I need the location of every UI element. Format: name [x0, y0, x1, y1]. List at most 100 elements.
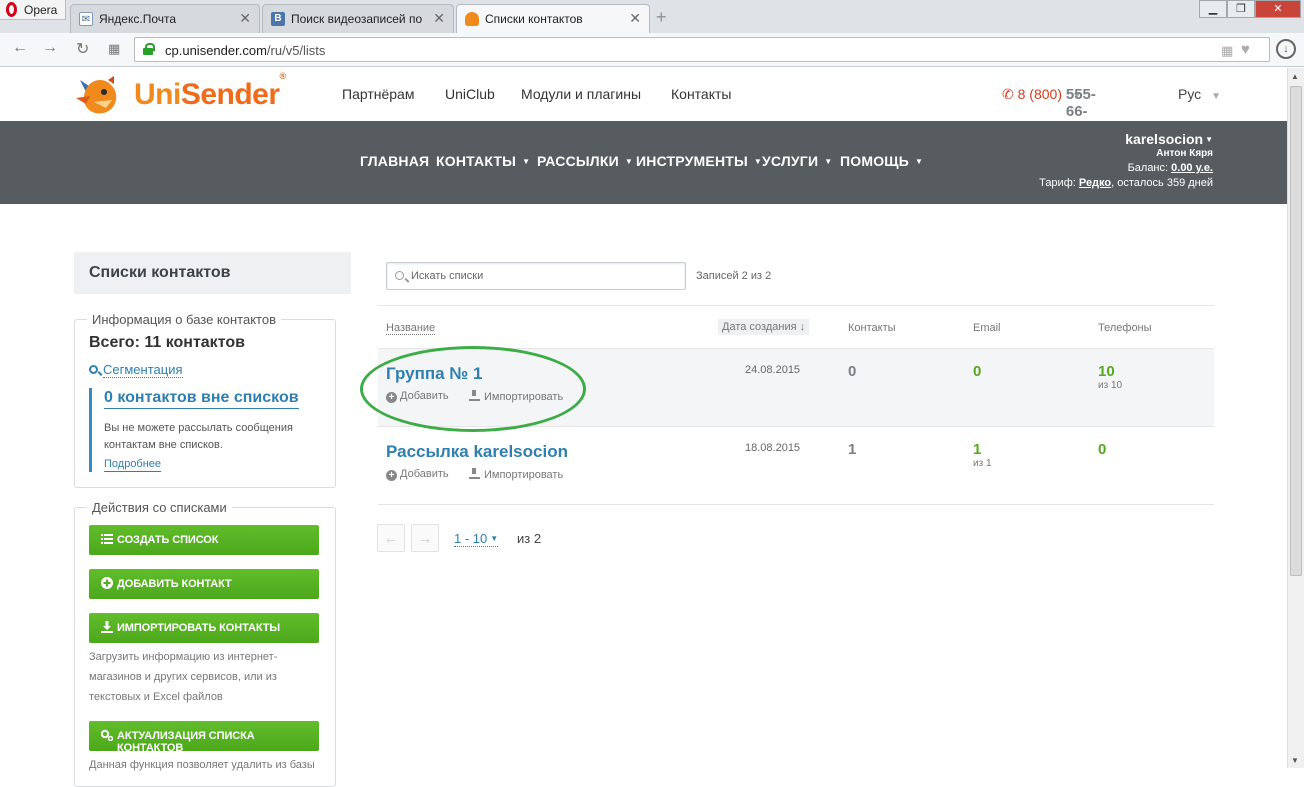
- window-close-icon[interactable]: ✕: [1255, 0, 1301, 18]
- prev-page-button[interactable]: ←: [377, 524, 405, 552]
- browser-tab-contact-lists[interactable]: Списки контактов ✕: [456, 4, 650, 34]
- tab-close-icon[interactable]: ✕: [629, 10, 641, 27]
- scroll-up-icon[interactable]: ▲: [1291, 72, 1299, 81]
- topnav-partners[interactable]: Партнёрам: [342, 86, 414, 102]
- menu-tools[interactable]: ИНСТРУМЕНТЫ ▼: [636, 153, 762, 169]
- browser-tab-yandex-mail[interactable]: ✉ Яндекс.Почта ✕: [70, 4, 260, 33]
- sidebar-title: Списки контактов: [89, 264, 231, 281]
- list-phones-count: 0: [1098, 441, 1107, 458]
- menu-label: КОНТАКТЫ: [436, 153, 517, 169]
- column-header-phones: Телефоны: [1098, 322, 1152, 334]
- import-contacts-button[interactable]: ИМПОРТИРОВАТЬ КОНТАКТЫ: [89, 613, 319, 643]
- page-range-dropdown[interactable]: 1 - 10 ▼: [454, 531, 499, 547]
- records-count: Записей 2 из 2: [696, 270, 772, 282]
- reload-icon[interactable]: ↻: [76, 39, 89, 59]
- list-icon: [101, 534, 113, 544]
- logo-reg: ®: [279, 71, 287, 81]
- unisender-fox-logo-icon[interactable]: [74, 74, 122, 116]
- tab-close-icon[interactable]: ✕: [433, 10, 445, 27]
- arrow-right-icon: →: [418, 530, 432, 546]
- menu-services[interactable]: УСЛУГИ ▼: [762, 153, 832, 169]
- create-list-button[interactable]: СОЗДАТЬ СПИСОК: [89, 525, 319, 555]
- balance-value[interactable]: 0.00 у.е.: [1171, 162, 1213, 174]
- tariff-value[interactable]: Редко: [1079, 177, 1111, 189]
- list-phones-total: из 10: [1098, 380, 1123, 391]
- list-name-link[interactable]: Рассылка karelsocion: [386, 442, 568, 462]
- import-label: Импортировать: [484, 469, 564, 481]
- import-contacts-label: ИМПОРТИРОВАТЬ КОНТАКТЫ: [117, 622, 281, 634]
- minimize-icon[interactable]: ▁: [1199, 0, 1227, 18]
- list-contacts-count: 1: [848, 441, 857, 458]
- contacts-info-legend: Информация о базе контактов: [87, 312, 281, 327]
- tariff-days-left: , осталось 359 дней: [1111, 177, 1213, 189]
- list-email-total: из 1: [973, 458, 992, 469]
- support-phone[interactable]: ✆ 8 (800) 555-66-96 ▼: [1002, 86, 1096, 137]
- next-page-button[interactable]: →: [411, 524, 439, 552]
- vk-icon: B: [271, 12, 285, 26]
- list-actions-panel: Действия со списками СОЗДАТЬ СПИСОК ДОБА…: [74, 500, 336, 787]
- list-created-date: 24.08.2015: [745, 364, 801, 376]
- user-balance: Баланс: 0.00 у.е.: [1039, 162, 1213, 174]
- download-icon[interactable]: ↓: [1276, 39, 1296, 59]
- chevron-down-icon: ▼: [1211, 91, 1221, 102]
- opera-menu-label: Opera: [24, 3, 58, 17]
- tiles-icon[interactable]: ▦: [1221, 43, 1233, 59]
- topnav-contacts[interactable]: Контакты: [671, 86, 731, 102]
- column-header-name[interactable]: Название: [386, 322, 436, 335]
- outside-lists-link[interactable]: 0 контактов вне списков: [104, 388, 299, 409]
- more-link[interactable]: Подробнее: [104, 458, 162, 472]
- unisender-logo-text[interactable]: UniSender®: [134, 71, 286, 112]
- add-label: Добавить: [400, 468, 449, 480]
- tab-title: Списки контактов: [485, 12, 583, 26]
- lock-icon: [143, 43, 155, 55]
- scrollbar-thumb[interactable]: [1290, 86, 1302, 576]
- chevron-down-icon: ▼: [490, 534, 499, 543]
- menu-help[interactable]: ПОМОЩЬ ▼: [840, 153, 923, 169]
- import-to-list-link[interactable]: Импортировать: [469, 468, 563, 481]
- page-range-value: 1 - 10: [454, 531, 488, 546]
- menu-campaigns[interactable]: РАССЫЛКИ ▼: [537, 153, 633, 169]
- chevron-down-icon: ▼: [1205, 135, 1213, 144]
- tariff-label: Тариф:: [1039, 177, 1076, 189]
- opera-logo-icon: [6, 2, 17, 17]
- actualize-list-button[interactable]: АКТУАЛИЗАЦИЯ СПИСКА КОНТАКТОВ: [89, 721, 319, 754]
- import-note: Загрузить информацию из интернет-магазин…: [89, 651, 278, 703]
- site-header: UniSender® Партнёрам UniClub Модули и пл…: [0, 68, 1287, 137]
- unisender-fox-icon: [465, 12, 479, 26]
- phone-prefix: 8 (800): [1017, 86, 1062, 102]
- user-login-menu[interactable]: karelsocion ▼: [1039, 131, 1213, 147]
- column-header-date[interactable]: Дата создания ↓: [718, 319, 810, 335]
- download-icon: [469, 468, 480, 479]
- add-to-list-link[interactable]: + Добавить: [386, 468, 449, 481]
- chevron-down-icon: ▼: [824, 157, 833, 166]
- language-selector[interactable]: Рус ▼: [1178, 86, 1221, 102]
- url-input[interactable]: cp.unisender.com/ru/v5/lists ▦ ♥: [134, 37, 1270, 62]
- column-header-contacts: Контакты: [848, 322, 896, 334]
- speed-dial-grid-icon[interactable]: ▦: [108, 41, 120, 57]
- scroll-down-icon[interactable]: ▼: [1291, 756, 1299, 765]
- add-contact-button[interactable]: ДОБАВИТЬ КОНТАКТ: [89, 569, 319, 599]
- forward-arrow-icon[interactable]: →: [42, 39, 58, 57]
- back-arrow-icon[interactable]: ←: [12, 39, 28, 57]
- maximize-icon[interactable]: ❐: [1227, 0, 1255, 18]
- menu-contacts[interactable]: КОНТАКТЫ ▼: [436, 153, 530, 169]
- tab-close-icon[interactable]: ✕: [239, 10, 251, 27]
- arrow-left-icon: ←: [384, 530, 398, 546]
- opera-menu-button[interactable]: Opera: [0, 0, 66, 20]
- language-value: Рус: [1178, 86, 1202, 102]
- search-lists-field[interactable]: [386, 262, 686, 290]
- search-lists-input[interactable]: [411, 266, 671, 286]
- segmentation-link[interactable]: Сегментация: [89, 362, 183, 378]
- browser-tab-vk-video[interactable]: B Поиск видеозаписей по s ✕: [262, 4, 454, 33]
- new-tab-icon[interactable]: +: [656, 7, 667, 28]
- highlight-ellipse: [360, 346, 586, 432]
- page-scrollbar[interactable]: ▲ ▼: [1287, 68, 1304, 768]
- user-full-name: Антон Кяря: [1156, 148, 1213, 159]
- topnav-uniclub[interactable]: UniClub: [445, 86, 495, 102]
- heart-icon[interactable]: ♥: [1241, 41, 1250, 58]
- actualize-list-label: АКТУАЛИЗАЦИЯ СПИСКА КОНТАКТОВ: [117, 730, 255, 754]
- search-icon: [395, 271, 404, 280]
- outside-lists-description: Вы не можете рассылать сообщения контакт…: [104, 422, 293, 451]
- menu-home[interactable]: ГЛАВНАЯ: [360, 153, 429, 169]
- topnav-modules[interactable]: Модули и плагины: [521, 86, 641, 102]
